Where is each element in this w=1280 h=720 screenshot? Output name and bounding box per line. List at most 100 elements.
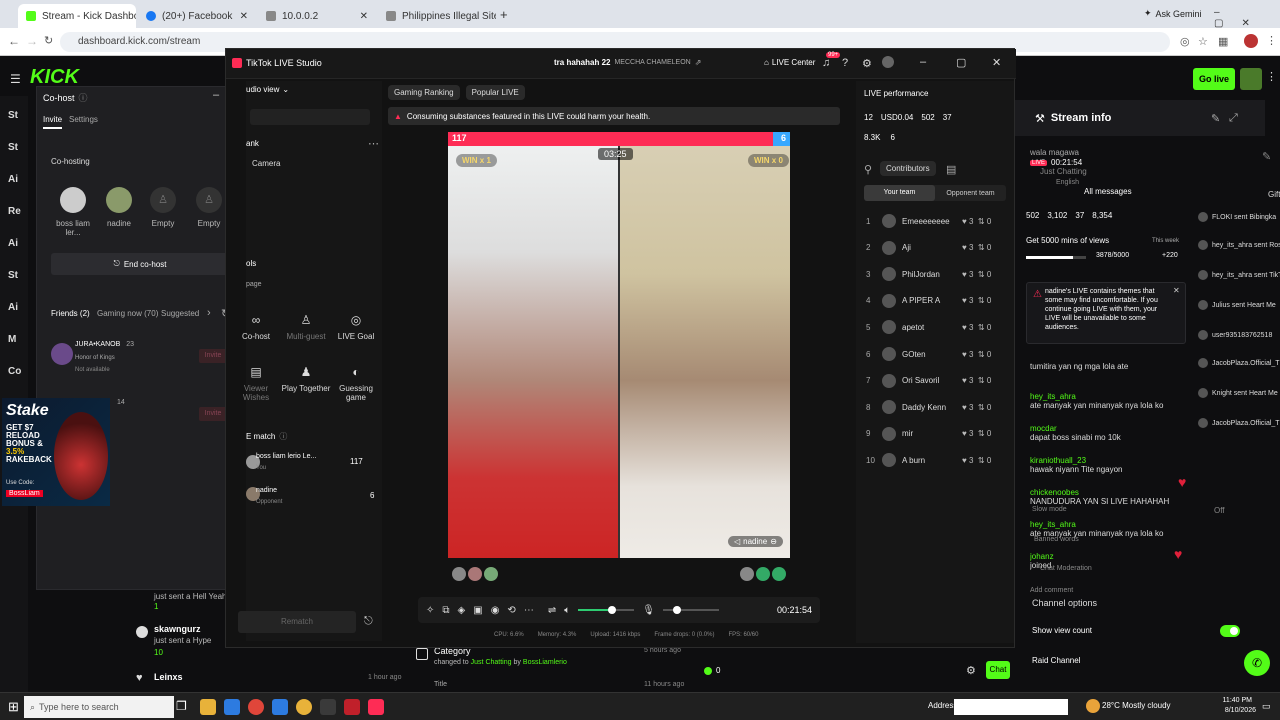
- back-icon[interactable]: ←: [8, 34, 20, 48]
- share-icon[interactable]: ⇗: [695, 58, 702, 67]
- cohost-slot[interactable]: boss liam ler...: [51, 187, 95, 237]
- more-icon[interactable]: ⋯: [524, 605, 534, 616]
- bookmark-icon[interactable]: ☆: [1198, 35, 1208, 48]
- extensions-icon[interactable]: ▦: [1218, 35, 1228, 48]
- raid-channel-label[interactable]: Raid Channel: [1032, 656, 1080, 665]
- help-icon[interactable]: ?: [842, 57, 848, 69]
- tab-your-team[interactable]: Your team: [864, 185, 935, 201]
- tool-live-goal[interactable]: ◎ LIVE Goal: [330, 313, 382, 341]
- tune-icon[interactable]: ⇌: [548, 605, 556, 616]
- info-icon[interactable]: ⓘ: [279, 431, 287, 442]
- tab-suggested[interactable]: Suggested: [161, 309, 203, 318]
- taskbar-search[interactable]: ⌕ Type here to search: [24, 696, 174, 718]
- layout-selector[interactable]: [250, 109, 370, 125]
- chat-bubble-icon[interactable]: ✆: [1244, 650, 1270, 676]
- info-icon[interactable]: ⓘ: [79, 91, 88, 104]
- tab-settings[interactable]: Settings: [69, 115, 98, 124]
- contributor-row[interactable]: 5 apetot ♥ 3 ⇅ 0: [866, 317, 1016, 337]
- cohost-slot[interactable]: nadine: [97, 187, 141, 228]
- channel-avatar[interactable]: [1240, 68, 1262, 90]
- tool-play-together[interactable]: ♟ Play Together: [280, 365, 332, 393]
- settings-icon[interactable]: ⚙: [862, 57, 872, 70]
- layers-icon[interactable]: ⧉: [442, 605, 449, 616]
- close-icon[interactable]: ✕: [360, 11, 368, 22]
- ask-gemini-button[interactable]: ✦ Ask Gemini: [1144, 8, 1202, 19]
- chat-username[interactable]: kiraniothuall_23: [1030, 456, 1200, 465]
- chat-send-button[interactable]: Chat: [986, 661, 1010, 679]
- sidebar-item[interactable]: M: [8, 334, 24, 348]
- bell-icon[interactable]: ♫: [822, 57, 830, 69]
- tool-viewer-wishes[interactable]: ▤ Viewer Wishes: [230, 365, 282, 402]
- chrome-icon[interactable]: [296, 699, 312, 715]
- more-icon[interactable]: ⋮: [1266, 70, 1277, 83]
- app-icon[interactable]: [344, 699, 360, 715]
- task-view-icon[interactable]: ❐: [176, 699, 192, 715]
- source-camera[interactable]: Camera: [252, 159, 280, 168]
- app-icon[interactable]: [224, 699, 240, 715]
- speaker-icon[interactable]: 🔈︎: [564, 605, 570, 616]
- tool-guessing-game[interactable]: ◐ Guessing game: [330, 365, 382, 402]
- contributor-row[interactable]: 3 PhilJordan ♥ 3 ⇅ 0: [866, 264, 1016, 284]
- chat-username[interactable]: mocdar: [1030, 424, 1200, 433]
- add-comment-input[interactable]: Add comment: [1030, 587, 1180, 594]
- more-icon[interactable]: ⋯: [368, 137, 379, 150]
- chat-message[interactable]: tumitira yan ng mga lola ate: [1030, 362, 1200, 371]
- avatar[interactable]: [484, 567, 498, 581]
- sidebar-item[interactable]: Ai: [8, 238, 24, 252]
- chat-message[interactable]: chickenoobes NANDUDURA YAN SI LIVE HAHAHA…: [1030, 488, 1200, 506]
- sidebar-item[interactable]: St: [8, 142, 24, 156]
- close-icon[interactable]: ✕: [1173, 286, 1180, 295]
- avatar[interactable]: [452, 567, 466, 581]
- contributors-tab[interactable]: Contributors: [880, 161, 936, 176]
- minimize-icon[interactable]: –: [920, 56, 926, 68]
- browser-tab-ip[interactable]: 10.0.0.2 ✕: [258, 4, 376, 28]
- tab-opponent-team[interactable]: Opponent team: [935, 190, 1006, 197]
- mic-muted-icon[interactable]: 🎙︎: [642, 605, 655, 616]
- chat-username[interactable]: chickenoobes: [1030, 488, 1200, 497]
- avatar[interactable]: [756, 567, 770, 581]
- tab-friends[interactable]: Friends (2): [51, 309, 90, 318]
- sidebar-item[interactable]: Re: [8, 206, 24, 220]
- contributor-row[interactable]: 4 A PIPER A ♥ 3 ⇅ 0: [866, 291, 1016, 311]
- hamburger-icon[interactable]: ☰: [10, 72, 21, 86]
- notification-icon[interactable]: ▭: [1262, 701, 1271, 712]
- studio-avatar[interactable]: [882, 56, 894, 68]
- chat-message[interactable]: hey_its_ahra ate manyak yan minanyak nya …: [1030, 392, 1200, 410]
- contributor-row[interactable]: 2 Aji ♥ 3 ⇅ 0: [866, 238, 1016, 258]
- close-icon[interactable]: ✕: [240, 11, 248, 22]
- chat-message[interactable]: kiraniothuall_23 hawak niyann Tite ngayon: [1030, 456, 1200, 474]
- list-icon[interactable]: ▤: [946, 163, 956, 176]
- windows-start-icon[interactable]: ⊞: [8, 699, 19, 715]
- reload-icon[interactable]: ↻: [44, 34, 53, 47]
- browser-tab-facebook[interactable]: (20+) Facebook ✕: [138, 4, 256, 28]
- sidebar-item[interactable]: St: [8, 270, 24, 284]
- mic-slider[interactable]: [662, 606, 719, 614]
- chat-username[interactable]: hey_its_ahra: [1030, 520, 1200, 529]
- popout-icon[interactable]: ⤢: [1229, 112, 1238, 125]
- minimize-icon[interactable]: –: [213, 89, 219, 101]
- avatar[interactable]: [772, 567, 786, 581]
- address-toolbar-input[interactable]: [954, 699, 1068, 715]
- volume-slider[interactable]: [578, 606, 635, 614]
- camera-switch-icon[interactable]: ⟲: [507, 605, 515, 616]
- contributor-row[interactable]: 10 A burn ♥ 3 ⇅ 0: [866, 450, 1016, 470]
- translate-icon[interactable]: ◎: [1180, 35, 1190, 48]
- stream-title[interactable]: tra hahahah 22 MECCHA CHAMELEON ⇗: [554, 58, 701, 67]
- app-icon[interactable]: [320, 699, 336, 715]
- new-tab-button[interactable]: +: [500, 7, 508, 22]
- sidebar-item[interactable]: Ai: [8, 174, 24, 188]
- view-toggle[interactable]: udio view ⌄: [246, 85, 289, 94]
- tool-multi-guest[interactable]: ♙ Multi-guest: [280, 313, 332, 341]
- app-icon[interactable]: [272, 699, 288, 715]
- contributor-row[interactable]: 8 Daddy Kenn ♥ 3 ⇅ 0: [866, 397, 1016, 417]
- sidebar-item[interactable]: Co: [8, 366, 24, 380]
- opponent-name-tag[interactable]: ◁ nadine ⊖: [728, 536, 783, 547]
- close-icon[interactable]: ✕: [992, 56, 1001, 69]
- live-center-button[interactable]: ⌂ LIVE Center: [764, 58, 815, 67]
- browser-tab-philippines[interactable]: Philippines Illegal Site Promoti ✕: [378, 4, 496, 28]
- window-controls[interactable]: –▢✕: [1214, 7, 1280, 29]
- record-icon[interactable]: ◉: [491, 605, 500, 616]
- contributor-row[interactable]: 7 Ori Savoril ♥ 3 ⇅ 0: [866, 371, 1016, 391]
- sidebar-item[interactable]: St: [8, 110, 24, 124]
- avatar[interactable]: [740, 567, 754, 581]
